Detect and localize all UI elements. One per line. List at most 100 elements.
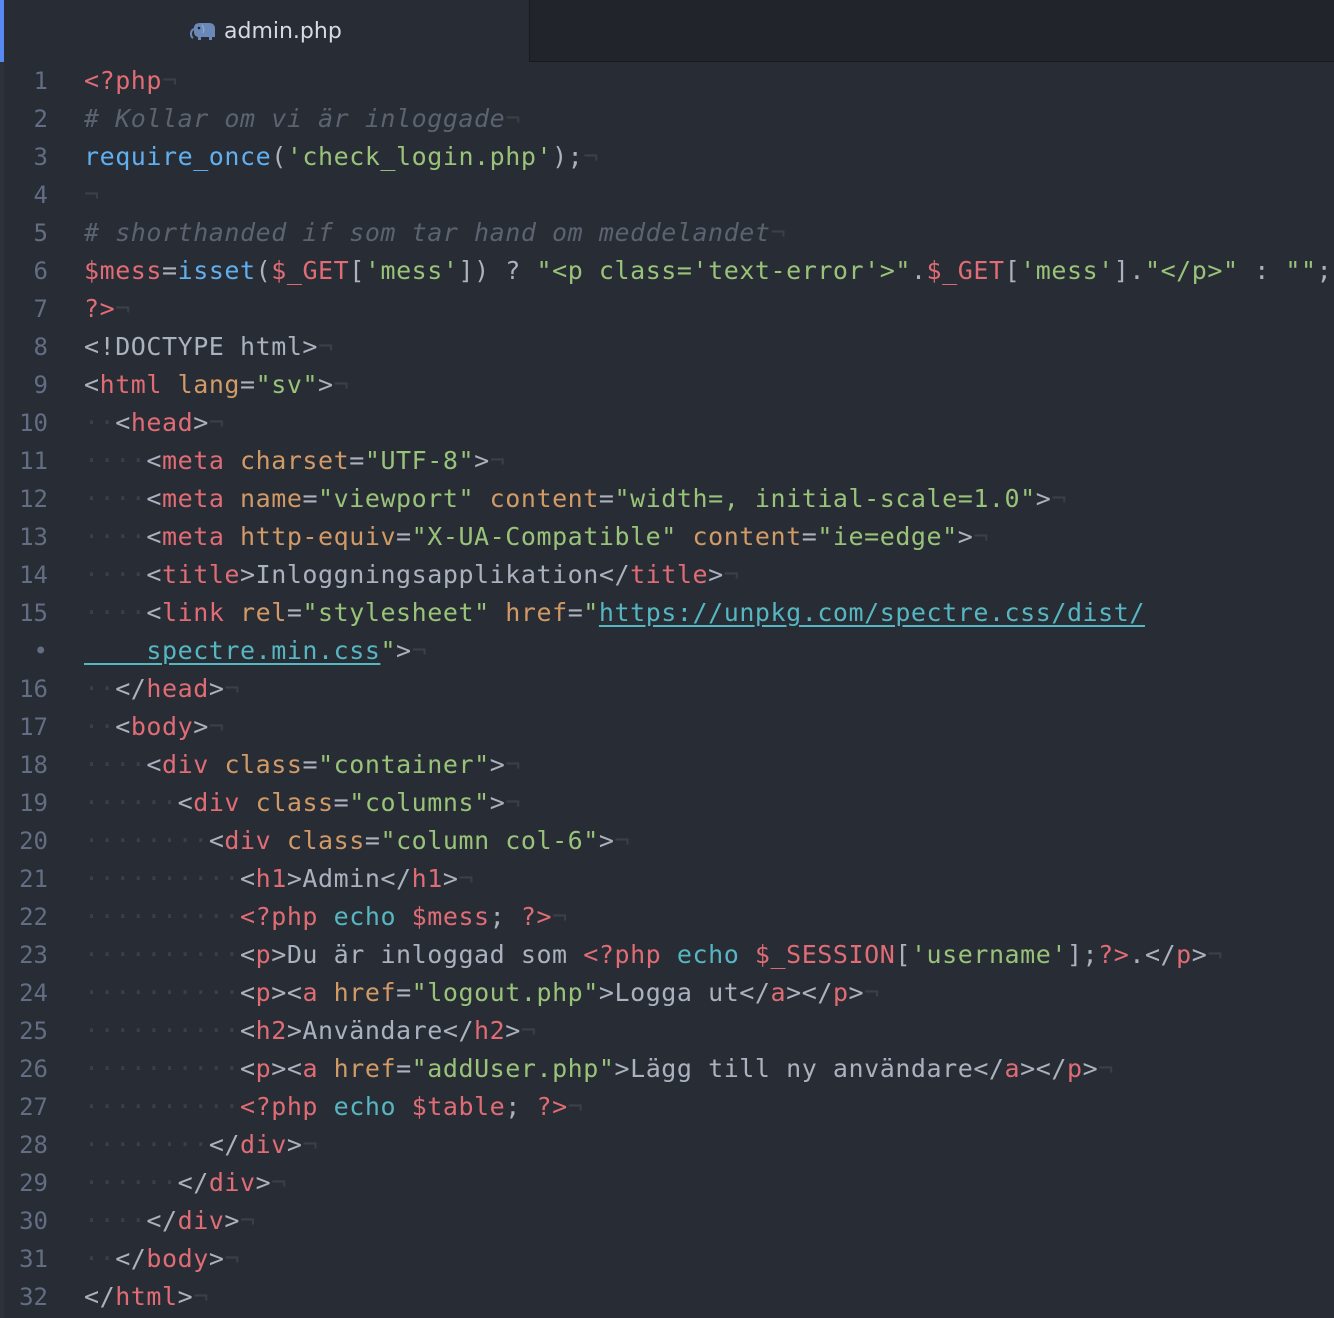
- code-line[interactable]: 28 ········</div>¬: [0, 1126, 1334, 1164]
- code-text[interactable]: ····<link rel="stylesheet" href="https:/…: [84, 594, 1145, 632]
- code-text[interactable]: ··········<?php echo $mess; ?>¬: [84, 898, 568, 936]
- code-text[interactable]: ····<title>Inloggningsapplikation</title…: [84, 556, 739, 594]
- code-text[interactable]: ··········<p><a href="logout.php">Logga …: [84, 974, 880, 1012]
- code-editor: admin.php 1 <?php¬ 2 # Kollar om vi är inlo…: [0, 0, 1334, 1318]
- code-token: isset: [177, 256, 256, 285]
- code-text[interactable]: ¬: [84, 176, 100, 214]
- code-line[interactable]: 9 <html lang="sv">¬: [0, 366, 1334, 404]
- code-text[interactable]: require_once('check_login.php');¬: [84, 138, 599, 176]
- code-line[interactable]: 19 ······<div class="columns">¬: [0, 784, 1334, 822]
- code-text[interactable]: ········<div class="column col-6">¬: [84, 822, 630, 860]
- code-token: ··········: [84, 940, 241, 969]
- line-number: 3: [33, 143, 48, 171]
- code-line[interactable]: 23 ··········<p>Du är inloggad som <?php …: [0, 936, 1334, 974]
- line-number: 6: [33, 257, 48, 285]
- code-text[interactable]: <!DOCTYPE html>¬: [84, 328, 334, 366]
- code-text[interactable]: ··········<p>Du är inloggad som <?php ec…: [84, 936, 1223, 974]
- code-text[interactable]: ··</body>¬: [84, 1240, 240, 1278]
- code-line[interactable]: 30 ····</div>¬: [0, 1202, 1334, 1240]
- code-token: body: [130, 712, 194, 741]
- code-token: charset: [240, 446, 350, 475]
- code-line[interactable]: 11 ····<meta charset="UTF-8">¬: [0, 442, 1334, 480]
- code-line[interactable]: 20 ········<div class="column col-6">¬: [0, 822, 1334, 860]
- code-text[interactable]: ······<div class="columns">¬: [84, 784, 521, 822]
- code-line[interactable]: 31 ··</body>¬: [0, 1240, 1334, 1278]
- code-line[interactable]: 16 ··</head>¬: [0, 670, 1334, 708]
- code-token: 'check_login.php': [286, 142, 553, 171]
- code-line[interactable]: 22 ··········<?php echo $mess; ?>¬: [0, 898, 1334, 936]
- code-text[interactable]: # Kollar om vi är inloggade¬: [84, 100, 521, 138]
- code-text[interactable]: ··</head>¬: [84, 670, 240, 708]
- code-line[interactable]: 29 ······</div>¬: [0, 1164, 1334, 1202]
- code-line[interactable]: 1 <?php¬: [0, 62, 1334, 100]
- code-line[interactable]: 8 <!DOCTYPE html>¬: [0, 328, 1334, 366]
- code-line[interactable]: 27 ··········<?php echo $table; ?>¬: [0, 1088, 1334, 1126]
- code-token: ><: [271, 978, 303, 1007]
- code-token: >: [177, 1282, 194, 1311]
- code-text[interactable]: ····<meta http-equiv="X-UA-Compatible" c…: [84, 518, 989, 556]
- code-line[interactable]: 4 ¬: [0, 176, 1334, 214]
- line-number: 8: [33, 333, 48, 361]
- code-token: ····: [84, 560, 147, 589]
- code-area[interactable]: 1 <?php¬ 2 # Kollar om vi är inloggade¬ 3 req…: [0, 62, 1334, 1316]
- code-text[interactable]: ··········<p><a href="addUser.php">Lägg …: [84, 1050, 1114, 1088]
- tab-content[interactable]: admin.php: [190, 16, 342, 46]
- code-line[interactable]: 24 ··········<p><a href="logout.php">Logg…: [0, 974, 1334, 1012]
- line-number: 26: [19, 1055, 48, 1083]
- code-text[interactable]: <?php¬: [84, 62, 178, 100]
- code-token: =: [598, 484, 615, 513]
- code-token: ¬: [505, 788, 521, 817]
- code-line[interactable]: 15 ····<link rel="stylesheet" href="https…: [0, 594, 1334, 632]
- code-text[interactable]: # shorthanded if som tar hand om meddela…: [84, 214, 786, 252]
- code-text[interactable]: ··········<h1>Admin</h1>¬: [84, 860, 474, 898]
- code-token: >: [318, 370, 334, 399]
- tab-admin-php[interactable]: admin.php: [0, 0, 530, 62]
- code-text[interactable]: ········</div>¬: [84, 1126, 318, 1164]
- code-line[interactable]: 21 ··········<h1>Admin</h1>¬: [0, 860, 1334, 898]
- code-line[interactable]: 6 $mess=isset($_GET['mess']) ? "<p class=…: [0, 252, 1334, 290]
- code-line[interactable]: 12 ····<meta name="viewport" content="wid…: [0, 480, 1334, 518]
- code-line[interactable]: 26 ··········<p><a href="addUser.php">Läg…: [0, 1050, 1334, 1088]
- code-text[interactable]: ····<div class="container">¬: [84, 746, 521, 784]
- code-token: href: [505, 598, 568, 627]
- code-line[interactable]: 17 ··<body>¬: [0, 708, 1334, 746]
- code-text[interactable]: spectre.min.css">¬: [84, 632, 427, 670]
- code-text[interactable]: ····<meta name="viewport" content="width…: [84, 480, 1067, 518]
- code-token: <: [146, 560, 163, 589]
- code-line[interactable]: • spectre.min.css">¬: [0, 632, 1334, 670]
- code-line[interactable]: 3 require_once('check_login.php');¬: [0, 138, 1334, 176]
- code-text[interactable]: ····</div>¬: [84, 1202, 256, 1240]
- code-token: a: [1004, 1054, 1021, 1083]
- code-text[interactable]: <html lang="sv">¬: [84, 366, 349, 404]
- code-token: [: [895, 940, 911, 969]
- code-text[interactable]: ?>¬: [84, 290, 131, 328]
- code-text[interactable]: ··········<?php echo $table; ?>¬: [84, 1088, 583, 1126]
- code-line[interactable]: 7 ?>¬: [0, 290, 1334, 328]
- code-line[interactable]: 32 </html>¬: [0, 1278, 1334, 1316]
- code-line[interactable]: 5 # shorthanded if som tar hand om meddel…: [0, 214, 1334, 252]
- code-token: >: [708, 560, 724, 589]
- code-text[interactable]: ··········<h2>Användare</h2>¬: [84, 1012, 536, 1050]
- code-line[interactable]: 25 ··········<h2>Användare</h2>¬: [0, 1012, 1334, 1050]
- code-text[interactable]: ··<head>¬: [84, 404, 224, 442]
- code-token: echo: [333, 1092, 397, 1121]
- code-text[interactable]: ······</div>¬: [84, 1164, 287, 1202]
- code-token: >Användare</: [286, 1016, 475, 1045]
- code-token: ¬: [723, 560, 740, 589]
- code-token: echo: [676, 940, 740, 969]
- code-text[interactable]: ····<meta charset="UTF-8">¬: [84, 442, 505, 480]
- line-number: 15: [19, 599, 48, 627]
- code-line[interactable]: 2 # Kollar om vi är inloggade¬: [0, 100, 1334, 138]
- code-line[interactable]: 13 ····<meta http-equiv="X-UA-Compatible"…: [0, 518, 1334, 556]
- code-text[interactable]: ··<body>¬: [84, 708, 224, 746]
- code-token: ¬: [1098, 1054, 1114, 1083]
- code-line[interactable]: 18 ····<div class="container">¬: [0, 746, 1334, 784]
- code-line[interactable]: 14 ····<title>Inloggningsapplikation</tit…: [0, 556, 1334, 594]
- code-text[interactable]: $mess=isset($_GET['mess']) ? "<p class='…: [84, 252, 1332, 290]
- code-token: ": [380, 636, 397, 665]
- code-text[interactable]: </html>¬: [84, 1278, 209, 1316]
- code-token: ¬: [115, 294, 131, 323]
- code-line[interactable]: 10 ··<head>¬: [0, 404, 1334, 442]
- code-token: >: [396, 636, 412, 665]
- code-token: ¬: [411, 636, 428, 665]
